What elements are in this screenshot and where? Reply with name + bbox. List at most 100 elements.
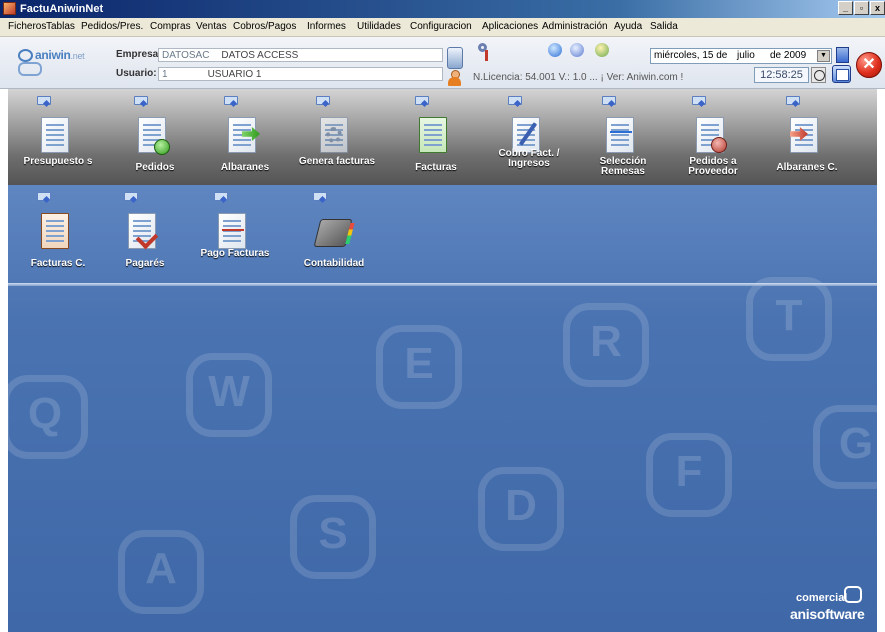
shortcut-icon xyxy=(415,96,429,107)
shortcut-icon xyxy=(316,96,330,107)
tile-label: Pedidos a Proveedor xyxy=(688,156,738,177)
menu-pedidos-pres[interactable]: Pedidos/Pres. xyxy=(81,21,143,32)
key-icon[interactable] xyxy=(478,43,494,61)
date-year: de 2009 xyxy=(770,50,807,61)
shortcut-icon xyxy=(602,96,616,107)
key-bit xyxy=(485,50,488,61)
tile-label: Facturas C. xyxy=(30,258,86,269)
app-icon[interactable] xyxy=(3,2,16,15)
document-list-icon xyxy=(41,117,73,155)
restore-button[interactable]: ▫ xyxy=(854,1,869,15)
server-icon[interactable] xyxy=(447,47,463,69)
user-body xyxy=(448,77,461,86)
doc-shape xyxy=(41,117,69,153)
window-controls: _ ▫ x xyxy=(837,1,885,15)
help-icon[interactable] xyxy=(570,43,584,57)
menu-compras[interactable]: Compras xyxy=(150,21,191,32)
brand-line2: anisoftware xyxy=(790,606,865,622)
tile-label: Facturas xyxy=(415,162,457,173)
pulse-document-icon xyxy=(606,117,638,155)
keyboard-key-w: W xyxy=(186,353,272,437)
gear-icon xyxy=(320,117,352,155)
keyboard-key-d: D xyxy=(478,467,564,551)
menu-cobros-pagos[interactable]: Cobros/Pagos xyxy=(233,21,296,32)
shortcut-icon xyxy=(508,96,522,107)
shortcut-icon xyxy=(134,96,148,107)
check-badge xyxy=(711,137,727,153)
keyboard-key-s: S xyxy=(290,495,376,579)
shortcut-icon xyxy=(37,192,51,203)
keyboard-key-t: T xyxy=(746,277,832,361)
empresa-label: Empresa: xyxy=(116,49,162,60)
document-arrow-icon xyxy=(228,117,260,155)
doc-shape xyxy=(41,213,69,249)
menu-configuracion[interactable]: Configuracion xyxy=(410,21,472,32)
document-tick-icon xyxy=(128,213,160,251)
usuario-code: 1 xyxy=(162,69,168,80)
usuario-name: USUARIO 1 xyxy=(207,69,262,80)
document-arrow-red-icon xyxy=(790,117,822,155)
shortcut-icon xyxy=(786,96,800,107)
keyboard-key-g: G xyxy=(813,405,877,489)
logo-suffix: .net xyxy=(70,51,85,61)
brand-line1: comercial xyxy=(796,592,848,604)
anisoftware-logo: comercial anisoftware xyxy=(776,586,872,626)
gear-shape xyxy=(326,127,342,143)
pulse-red-document-icon xyxy=(218,213,250,251)
empresa-field[interactable]: DATOSAC DATOS ACCESS xyxy=(158,48,443,62)
empresa-code: DATOSAC xyxy=(162,50,210,61)
tile-label: Genera facturas xyxy=(298,156,376,167)
title-bar: FactuAniwinNet _ ▫ x xyxy=(0,0,885,18)
update-icon[interactable] xyxy=(595,43,609,57)
tile-label: Cobro Fact. / Ingresos xyxy=(498,148,560,169)
clock-icon[interactable] xyxy=(811,67,826,83)
shortcut-icon xyxy=(313,192,327,203)
tile-label: Albaranes xyxy=(220,162,270,173)
logo-shape-icon xyxy=(18,62,42,76)
aniwin-logo: aniwin.net xyxy=(18,45,88,81)
close-button[interactable]: x xyxy=(870,1,885,15)
logo-ring-icon xyxy=(18,49,33,62)
menu-salida[interactable]: Salida xyxy=(650,21,678,32)
menu-informes[interactable]: Informes xyxy=(307,21,346,32)
menu-administracion[interactable]: Administración xyxy=(542,21,608,32)
shortcut-icon xyxy=(214,192,228,203)
date-month: julio xyxy=(737,50,755,61)
keyboard-key-q: Q xyxy=(8,375,88,459)
window-title: FactuAniwinNet xyxy=(20,3,104,15)
empresa-name: DATOS ACCESS xyxy=(221,50,299,61)
date-picker[interactable]: miércoles, 15 de julio de 2009 ▼ xyxy=(650,48,832,64)
user-icon[interactable] xyxy=(447,70,461,86)
tile-label: Pagarés xyxy=(125,258,165,269)
document-check-icon xyxy=(138,117,170,155)
tile-label: Presupuesto s xyxy=(23,156,93,167)
exit-icon[interactable]: ✕ xyxy=(856,52,882,78)
panel-button[interactable] xyxy=(836,47,849,63)
window-icon[interactable] xyxy=(832,65,851,83)
time-display: 12:58:25 xyxy=(754,67,809,83)
minimize-button[interactable]: _ xyxy=(838,1,853,15)
internet-icon[interactable] xyxy=(548,43,562,57)
keyboard-key-r: R xyxy=(563,303,649,387)
tile-label: Contabilidad xyxy=(303,258,365,269)
keyboard-key-f: F xyxy=(646,433,732,517)
menu-ficheros[interactable]: Ficheros xyxy=(8,21,46,32)
menu-ventas[interactable]: Ventas xyxy=(196,21,227,32)
tile-label: Selección Remesas xyxy=(599,156,647,177)
book-shape xyxy=(313,219,353,247)
pulse-badge xyxy=(610,131,632,141)
document-check-red-icon xyxy=(696,117,728,155)
check-icon xyxy=(844,586,862,603)
keyboard-key-a: A xyxy=(118,530,204,614)
logo-name: aniwin xyxy=(35,48,71,62)
menu-aplicaciones[interactable]: Aplicaciones xyxy=(482,21,538,32)
licencia-text: N.Licencia: 54.001 V.: 1.0 ... ¡ Ver: An… xyxy=(473,72,684,83)
check-badge xyxy=(154,139,170,155)
usuario-label: Usuario: xyxy=(116,68,157,79)
menu-ayuda[interactable]: Ayuda xyxy=(614,21,642,32)
menu-utilidades[interactable]: Utilidades xyxy=(357,21,401,32)
menu-tablas[interactable]: Tablas xyxy=(46,21,75,32)
modules-panel-background: Q W E R T A S D F G Facturas C. Pagarés … xyxy=(8,185,877,632)
usuario-field[interactable]: 1 USUARIO 1 xyxy=(158,67,443,81)
chevron-down-icon[interactable]: ▼ xyxy=(817,50,830,62)
